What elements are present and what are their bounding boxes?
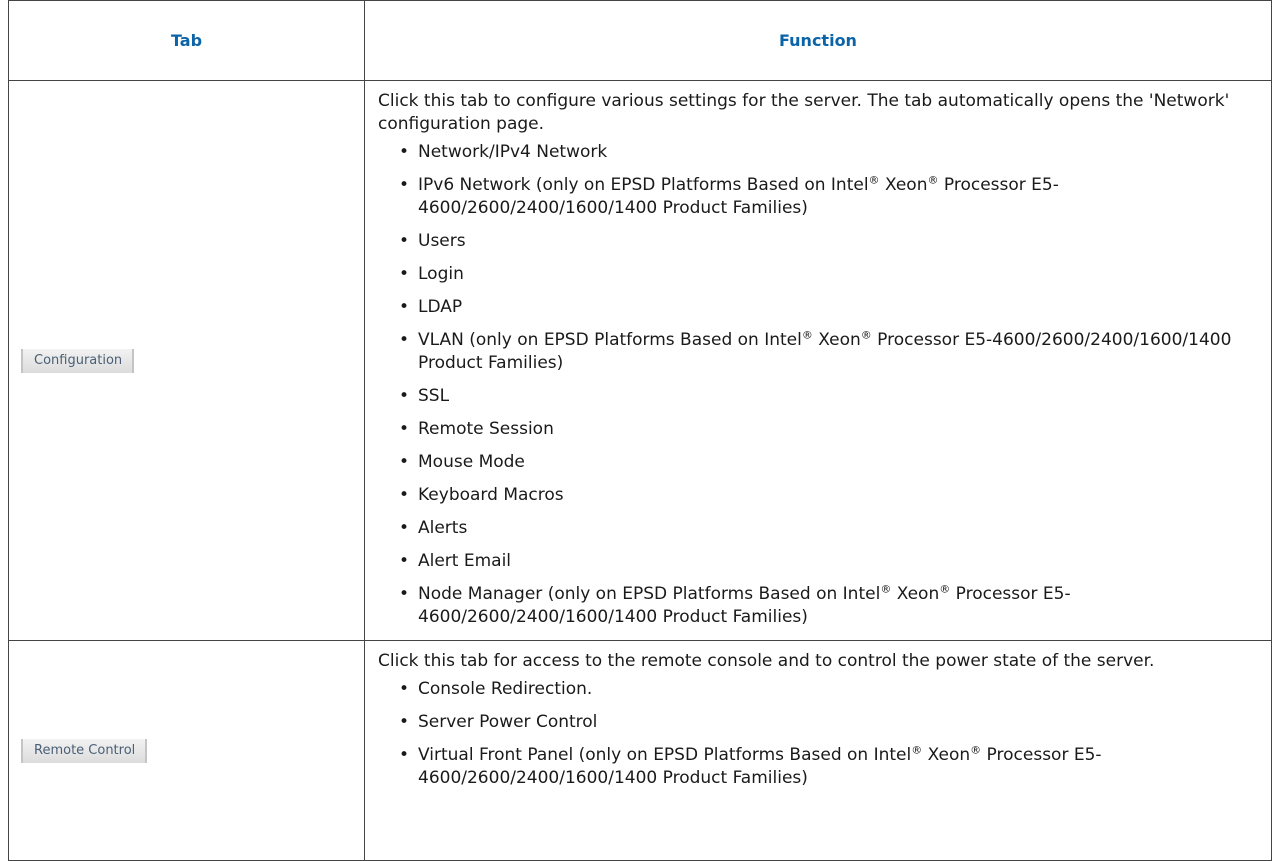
list-item: SSL (399, 385, 1251, 408)
list-item: Virtual Front Panel (only on EPSD Platfo… (399, 744, 1251, 790)
remote-control-tab-button[interactable]: Remote Control (21, 738, 148, 763)
list-item: Login (399, 263, 1251, 286)
list-item: Network/IPv4 Network (399, 141, 1251, 164)
list-item: LDAP (399, 296, 1251, 319)
feature-list: Network/IPv4 Network IPv6 Network (only … (378, 141, 1251, 629)
list-item: Node Manager (only on EPSD Platforms Bas… (399, 583, 1251, 629)
feature-list: Console Redirection. Server Power Contro… (378, 678, 1251, 790)
list-item: Keyboard Macros (399, 484, 1251, 507)
header-function: Function (364, 0, 1272, 81)
list-item: Alert Email (399, 550, 1251, 573)
tab-cell: Remote Control (8, 640, 365, 861)
row-description: Click this tab for access to the remote … (378, 651, 1155, 671)
configuration-tab-button[interactable]: Configuration (21, 348, 135, 373)
tab-cell: Configuration (8, 80, 365, 641)
table-row-remote-control: Remote Control Click this tab for access… (8, 640, 1272, 861)
function-cell: Click this tab for access to the remote … (364, 640, 1272, 861)
list-item: Alerts (399, 517, 1251, 540)
table-row-configuration: Configuration Click this tab to configur… (8, 80, 1272, 641)
list-item: Mouse Mode (399, 451, 1251, 474)
function-cell: Click this tab to configure various sett… (364, 80, 1272, 641)
list-item: Console Redirection. (399, 678, 1251, 701)
row-description: Click this tab to configure various sett… (378, 91, 1230, 134)
list-item: IPv6 Network (only on EPSD Platforms Bas… (399, 174, 1251, 220)
list-item: Users (399, 230, 1251, 253)
list-item: Server Power Control (399, 711, 1251, 734)
header-row: Tab Function (8, 0, 1272, 81)
tab-function-table: Tab Function Configuration Click this ta… (8, 0, 1272, 861)
header-tab: Tab (8, 0, 365, 81)
list-item: VLAN (only on EPSD Platforms Based on In… (399, 329, 1251, 375)
list-item: Remote Session (399, 418, 1251, 441)
